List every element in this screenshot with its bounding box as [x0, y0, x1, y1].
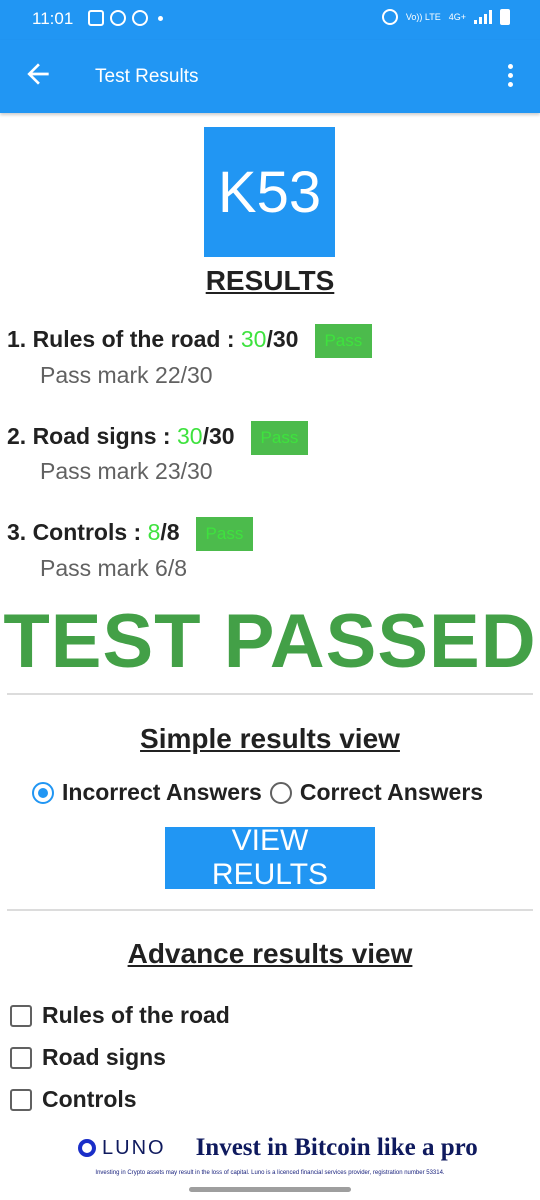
score-controls: 3. Controls : 8/8 Pass	[7, 517, 253, 551]
gallery-icon	[88, 10, 104, 26]
radio-label-incorrect[interactable]: Incorrect Answers	[62, 779, 262, 806]
divider	[7, 909, 533, 911]
arrow-left-icon[interactable]	[22, 58, 54, 90]
radio-correct-answers[interactable]	[269, 781, 292, 804]
checkbox-road-signs[interactable]: Road signs	[10, 1044, 166, 1071]
logo-text: K53	[217, 159, 322, 225]
score-total: /30	[202, 423, 235, 450]
simple-results-heading: Simple results view	[140, 723, 400, 754]
more-vertical-icon[interactable]	[500, 64, 520, 92]
ad-disclaimer: Investing in Crypto assets may result in…	[95, 1170, 445, 1176]
advance-results-heading: Advance results view	[127, 938, 413, 969]
checkbox[interactable]	[10, 1004, 32, 1027]
home-indicator[interactable]	[189, 1187, 351, 1192]
score-label: 3. Controls :	[7, 519, 142, 546]
ad-brand: LUNO	[102, 1136, 166, 1159]
score-value: 30	[176, 423, 203, 450]
test-verdict: TEST PASSED	[3, 599, 537, 684]
pass-badge: Pass	[195, 517, 253, 551]
score-total: /8	[160, 519, 180, 546]
pass-mark-controls: Pass mark 6/8	[40, 555, 187, 581]
view-results-button[interactable]: VIEW REULTS	[165, 824, 375, 891]
volte-icon: Vo)) LTE	[405, 11, 441, 22]
score-value: 30	[240, 326, 267, 353]
checkbox-label[interactable]: Controls	[42, 1086, 137, 1113]
pass-badge: Pass	[250, 421, 308, 455]
score-road-signs: 2. Road signs : 30/30 Pass	[7, 421, 308, 455]
timer-icon	[110, 10, 126, 26]
score-rules-of-the-road: 1. Rules of the road : 30/30 Pass	[7, 324, 372, 358]
score-label: 1. Rules of the road :	[7, 326, 235, 353]
alarm-icon	[381, 9, 398, 25]
app-bar: Test Results	[0, 40, 540, 113]
score-total: /30	[266, 326, 299, 353]
ad-headline: Invest in Bitcoin like a pro	[195, 1134, 478, 1161]
checkbox-controls[interactable]: Controls	[10, 1086, 137, 1113]
status-left-icons	[88, 10, 163, 26]
results-heading: RESULTS	[205, 265, 335, 296]
results-filter-radio-group: Incorrect Answers Correct Answers	[32, 779, 491, 806]
checkbox-label[interactable]: Rules of the road	[42, 1002, 230, 1029]
pass-mark-rules: Pass mark 22/30	[40, 362, 213, 388]
dot-icon	[158, 16, 163, 21]
status-time: 11:01	[32, 9, 74, 28]
4g-icon: 4G+	[448, 11, 466, 22]
checkbox[interactable]	[10, 1046, 32, 1069]
status-right-icons: Vo)) LTE 4G+	[381, 9, 510, 25]
k53-logo: K53	[204, 127, 335, 257]
signal-icon	[474, 10, 492, 24]
battery-icon	[500, 9, 510, 25]
page-title: Test Results	[95, 66, 199, 87]
checkbox[interactable]	[10, 1088, 32, 1111]
radio-incorrect-answers[interactable]	[32, 781, 54, 804]
pass-badge: Pass	[314, 324, 372, 358]
score-value: 8	[147, 519, 161, 546]
ad-banner[interactable]: LUNO Invest in Bitcoin like a pro	[78, 1134, 478, 1162]
checkbox-label[interactable]: Road signs	[42, 1044, 166, 1071]
radio-label-correct[interactable]: Correct Answers	[300, 779, 483, 806]
score-label: 2. Road signs :	[7, 423, 171, 450]
luno-logo-icon	[78, 1139, 96, 1157]
checkbox-rules-of-the-road[interactable]: Rules of the road	[10, 1002, 230, 1029]
pinterest-icon	[132, 10, 148, 26]
pass-mark-road-signs: Pass mark 23/30	[40, 458, 213, 484]
status-bar: 11:01 Vo)) LTE 4G+	[0, 0, 540, 40]
divider	[7, 693, 533, 695]
